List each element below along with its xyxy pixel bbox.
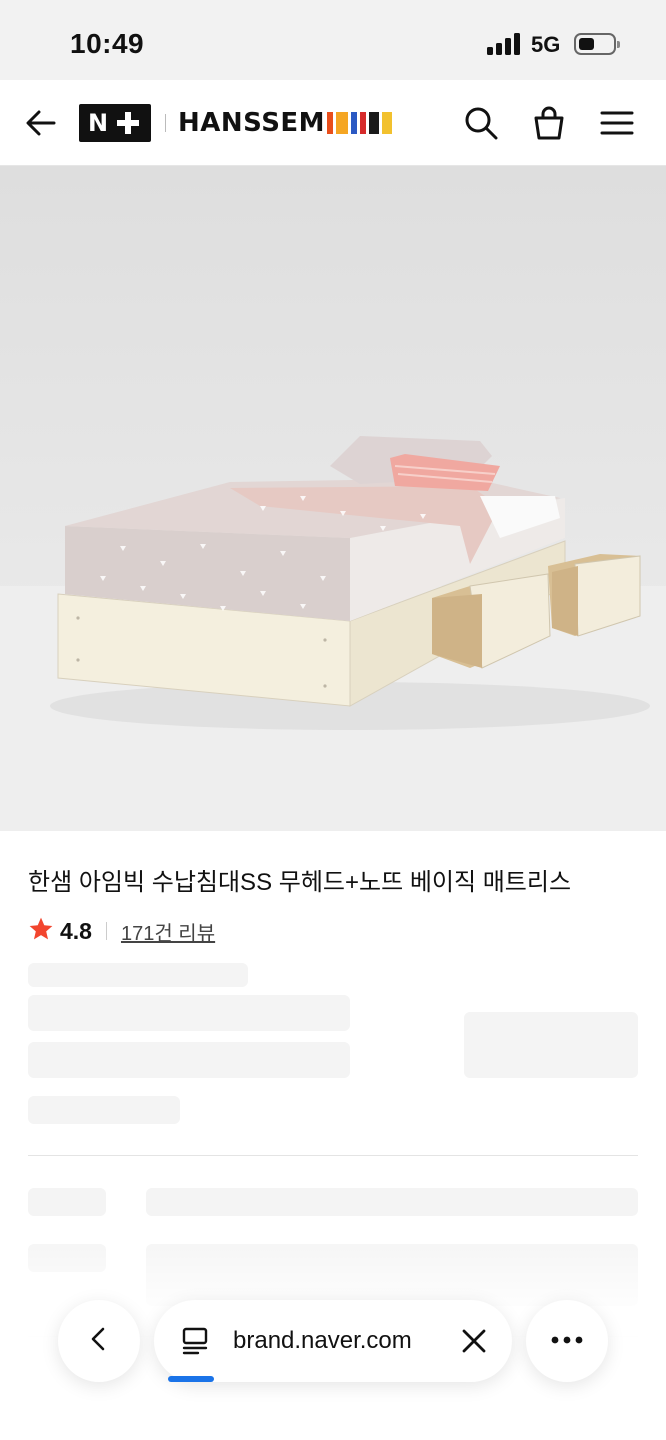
brand-bar [327,112,334,134]
battery-icon [574,33,620,55]
rating-value: 4.8 [60,917,92,944]
review-count-link[interactable]: 171건 리뷰 [121,917,215,946]
signal-strength-icon [487,33,521,55]
skeleton-placeholder [28,1042,350,1078]
network-type: 5G [531,32,561,57]
brand-bar [360,112,367,134]
status-bar: 10:49 5G [0,0,666,80]
hamburger-menu-icon[interactable] [594,100,640,146]
brand-bar [369,112,380,134]
status-time: 10:49 [70,28,145,59]
browser-more-button[interactable] [526,1300,608,1382]
close-icon[interactable] [456,1323,492,1359]
skeleton-placeholder [28,995,350,1031]
star-icon [28,916,54,947]
brand-logo-bars [327,112,395,134]
product-image[interactable] [0,166,666,831]
nplus-store-logo[interactable]: N+ N [79,104,151,142]
brand-bar [351,112,358,134]
page-icon [180,1326,210,1361]
browser-back-button[interactable] [58,1300,140,1382]
product-title: 한샘 아임빅 수납침대SS 무헤드+노뜨 베이직 매트리스 [28,869,572,896]
skeleton-placeholder [28,1096,180,1124]
skeleton-placeholder [146,1188,638,1216]
header-divider [165,114,166,132]
brand-bar [382,112,393,134]
skeleton-placeholder [464,1012,638,1078]
hanssem-brand-logo[interactable]: HANSSEM [178,108,395,138]
app-header: N+ N HANSSEM [0,80,666,166]
page-load-progress [168,1376,214,1382]
chevron-left-icon [85,1325,113,1358]
brand-bar [336,112,349,134]
shopping-bag-icon[interactable] [526,100,572,146]
browser-url-bar[interactable]: brand.naver.com [154,1300,512,1382]
rating-separator [105,922,107,940]
section-divider [28,1155,638,1156]
more-dots-icon [550,1332,584,1350]
skeleton-placeholder [28,1188,106,1216]
url-text[interactable]: brand.naver.com [233,1327,412,1355]
search-icon[interactable] [458,100,504,146]
back-arrow-icon[interactable] [18,100,64,146]
rating-row: 4.8 171건 리뷰 [28,915,215,947]
skeleton-placeholder [28,963,248,987]
